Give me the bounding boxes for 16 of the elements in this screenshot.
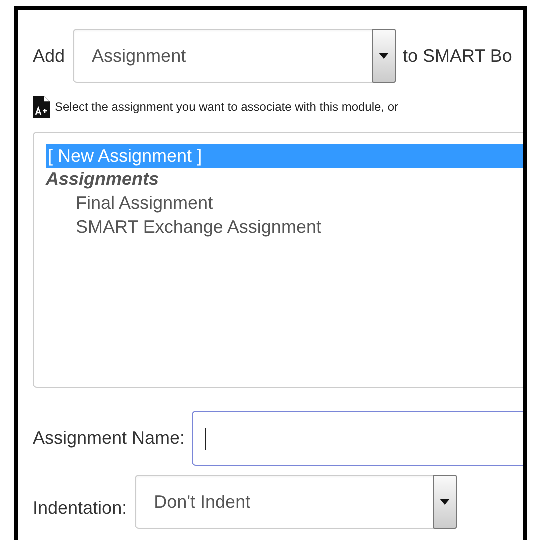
destination-label: to SMART Bo [403,46,512,66]
name-label: Assignment Name: [33,428,186,449]
document-icon [33,96,50,118]
caret-icon [440,499,450,505]
list-option[interactable]: Final Assignment [46,191,523,215]
group-heading: Assignments [46,168,160,191]
text-cursor [205,428,206,450]
indentation-select[interactable]: Don't Indent [135,475,458,529]
caret-icon [379,53,390,59]
type-select[interactable]: Assignment [73,29,396,83]
add-label: Add [33,46,66,66]
list-option[interactable]: SMART Exchange Assignment [46,215,523,239]
instruction-text: Select the assignment you want to associate with this module, or [55,100,399,114]
name-input-field[interactable] [192,411,523,466]
assignment-list[interactable]: [ New Assignment ] Assignments Final Assignment SMART Exchange Assignment [33,132,523,388]
indentation-label: Indentation: [33,498,128,518]
